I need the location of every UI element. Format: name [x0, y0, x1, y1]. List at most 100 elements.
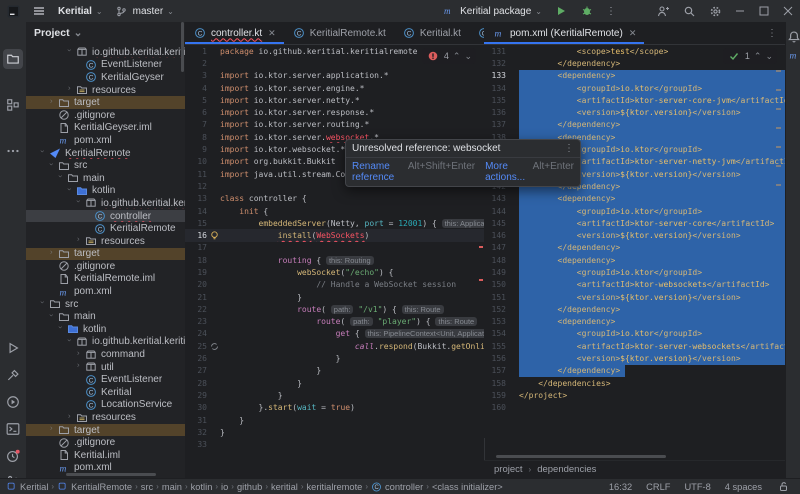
code-line[interactable]: 159</project> [484, 389, 785, 401]
code-line[interactable]: 133 <dependency> [484, 70, 785, 82]
editor-tab[interactable]: Ccontroller.kt✕ [185, 22, 284, 44]
code-line[interactable]: 23 route( path: "player") { this: Route [185, 316, 484, 328]
more-actions-button[interactable]: ⋮ [600, 0, 622, 22]
code-line[interactable]: 25 call.respond(Bukkit.getOnlinePlayers [185, 340, 484, 352]
code-line[interactable]: 4import io.ktor.server.engine.* [185, 82, 484, 94]
tree-item[interactable]: io.github.keritial.keritialremote [26, 197, 185, 210]
tree-item[interactable]: mpom.xml [26, 285, 185, 298]
tab-options-kebab[interactable]: ⋮ [759, 22, 785, 44]
tooltip-action-link[interactable]: Rename reference [352, 161, 403, 183]
code-line[interactable]: 151 <version>${ktor.version}</version> [484, 291, 785, 303]
search-everywhere-button[interactable] [676, 0, 702, 22]
inspections-widget[interactable]: 4 ⌃ ⌄ [422, 48, 476, 64]
code-line[interactable]: 19 webSocket("/echo") { [185, 266, 484, 278]
error-stripe-mark[interactable] [479, 246, 483, 248]
code-line[interactable]: 135 <artifactId>ktor-server-core-jvm</ar… [484, 94, 785, 106]
tree-item[interactable]: CEventListener [26, 59, 185, 72]
code-line[interactable]: 134 <groupId>io.ktor</groupId> [484, 82, 785, 94]
close-tab-icon[interactable]: ✕ [629, 28, 637, 39]
code-line[interactable]: 3import io.ktor.server.application.* [185, 70, 484, 82]
tree-item[interactable]: CEventListener [26, 373, 185, 386]
code-line[interactable]: 22 route( path: "/v1") { this: Route [185, 303, 484, 315]
unlock-icon[interactable] [776, 480, 790, 494]
code-line[interactable]: 32} [185, 426, 484, 438]
chevron-down-icon[interactable] [66, 187, 76, 195]
code-line[interactable]: 29 } [185, 389, 484, 401]
chevron-right-icon[interactable] [75, 363, 85, 371]
tree-item[interactable]: main [26, 172, 185, 185]
left-editor-code-area[interactable]: 1package io.github.keritial.keritialremo… [185, 45, 484, 478]
tree-item[interactable]: io.github.keritial.keritial [26, 336, 185, 349]
tree-vertical-scrollbar[interactable] [181, 22, 184, 72]
debug-button[interactable] [574, 0, 600, 22]
chevron-right-icon[interactable] [75, 351, 85, 359]
selection-stripe-mark[interactable] [776, 165, 781, 167]
code-line[interactable]: 153 <dependency> [484, 316, 785, 328]
status-breadcrumb-item[interactable]: main [162, 482, 182, 492]
tree-item[interactable]: command [26, 348, 185, 361]
code-line[interactable]: 14 init { [185, 205, 484, 217]
tree-item[interactable]: main [26, 310, 185, 323]
prev-problem-icon[interactable]: ⌃ [453, 51, 461, 62]
settings-button[interactable] [702, 0, 728, 22]
tool-window-button-notifications[interactable] [784, 27, 800, 47]
editor-tab[interactable]: mpom.xml (KeritialRemote)✕ [484, 22, 644, 44]
code-line[interactable]: 27 } [185, 365, 484, 377]
code-line[interactable]: 152 </dependency> [484, 303, 785, 315]
code-line[interactable]: 137 </dependency> [484, 119, 785, 131]
code-line[interactable]: 13class controller { [185, 193, 484, 205]
code-line[interactable]: 15 embeddedServer(Netty, port = 12001) {… [185, 217, 484, 229]
caret-position-widget[interactable]: 16:32 [609, 482, 632, 492]
tooltip-action-link[interactable]: More actions... [485, 161, 527, 183]
chevron-down-icon[interactable] [39, 149, 49, 157]
selection-stripe-mark[interactable] [776, 89, 781, 91]
chevron-right-icon[interactable] [66, 414, 76, 422]
project-panel-header[interactable]: Project⌄ [26, 22, 185, 44]
chevron-down-icon[interactable] [66, 338, 76, 346]
kebab-icon[interactable]: ⋮ [564, 143, 574, 154]
chevron-down-icon[interactable] [39, 300, 49, 308]
chevron-right-icon[interactable] [75, 237, 85, 245]
code-line[interactable]: 17 [185, 242, 484, 254]
code-line[interactable]: 5import io.ktor.server.netty.* [185, 94, 484, 106]
indent-widget[interactable]: 4 spaces [725, 482, 762, 492]
code-line[interactable]: 21 } [185, 291, 484, 303]
suspend-call-gutter-icon[interactable] [209, 341, 220, 352]
status-breadcrumb-item[interactable]: keritialremote [307, 482, 363, 492]
code-line[interactable]: 26 } [185, 352, 484, 364]
code-line[interactable]: 155 <artifactId>ktor-server-websockets</… [484, 340, 785, 352]
status-breadcrumb-item[interactable]: src [141, 482, 153, 492]
selection-stripe-mark[interactable] [776, 127, 781, 129]
code-line[interactable]: 150 <artifactId>ktor-websockets</artifac… [484, 279, 785, 291]
tree-item[interactable]: io.github.keritial.keritialgeyser [26, 46, 185, 59]
selection-stripe-mark[interactable] [776, 70, 781, 72]
vcs-widget[interactable]: master⌄ [109, 0, 180, 22]
status-breadcrumb-item[interactable]: KeritialRemote [57, 481, 132, 492]
tree-item[interactable]: target [26, 248, 185, 261]
status-breadcrumb-item[interactable]: Keritial [6, 481, 48, 492]
tool-window-button-services[interactable] [3, 392, 23, 412]
run-configuration-widget[interactable]: mKeritial package⌄ [436, 0, 548, 22]
close-tab-icon[interactable]: ✕ [268, 28, 276, 39]
code-line[interactable]: 144 <groupId>io.ktor</groupId> [484, 205, 785, 217]
tree-item[interactable]: target [26, 96, 185, 109]
tool-window-button-profiler[interactable] [3, 446, 23, 466]
tree-item[interactable]: src [26, 298, 185, 311]
code-line[interactable]: 18 routing { this: Routing [185, 254, 484, 266]
status-breadcrumb-item[interactable]: <class initializer> [432, 482, 503, 492]
right-editor-code-area[interactable]: 131 <scope>test</scope>132 </dependency>… [484, 45, 785, 438]
editor-tab[interactable]: CKeritialRemote.kt [284, 22, 394, 44]
chevron-right-icon[interactable] [48, 250, 58, 258]
status-breadcrumb-item[interactable]: github [237, 482, 262, 492]
code-line[interactable]: 30 }.start(wait = true) [185, 402, 484, 414]
tree-item[interactable]: .gitignore [26, 109, 185, 122]
code-line[interactable]: 136 <version>${ktor.version}</version> [484, 106, 785, 118]
code-line[interactable]: 24 get { this: PipelineContext<Unit, App… [185, 328, 484, 340]
chevron-down-icon[interactable] [66, 48, 76, 56]
tree-item[interactable]: .gitignore [26, 260, 185, 273]
status-breadcrumb-item[interactable]: kotlin [191, 482, 213, 492]
project-widget[interactable]: Keritial⌄ [52, 0, 109, 22]
prev-problem-icon[interactable]: ⌃ [754, 51, 762, 62]
next-problem-icon[interactable]: ⌄ [464, 51, 472, 62]
code-line[interactable]: 31 } [185, 414, 484, 426]
